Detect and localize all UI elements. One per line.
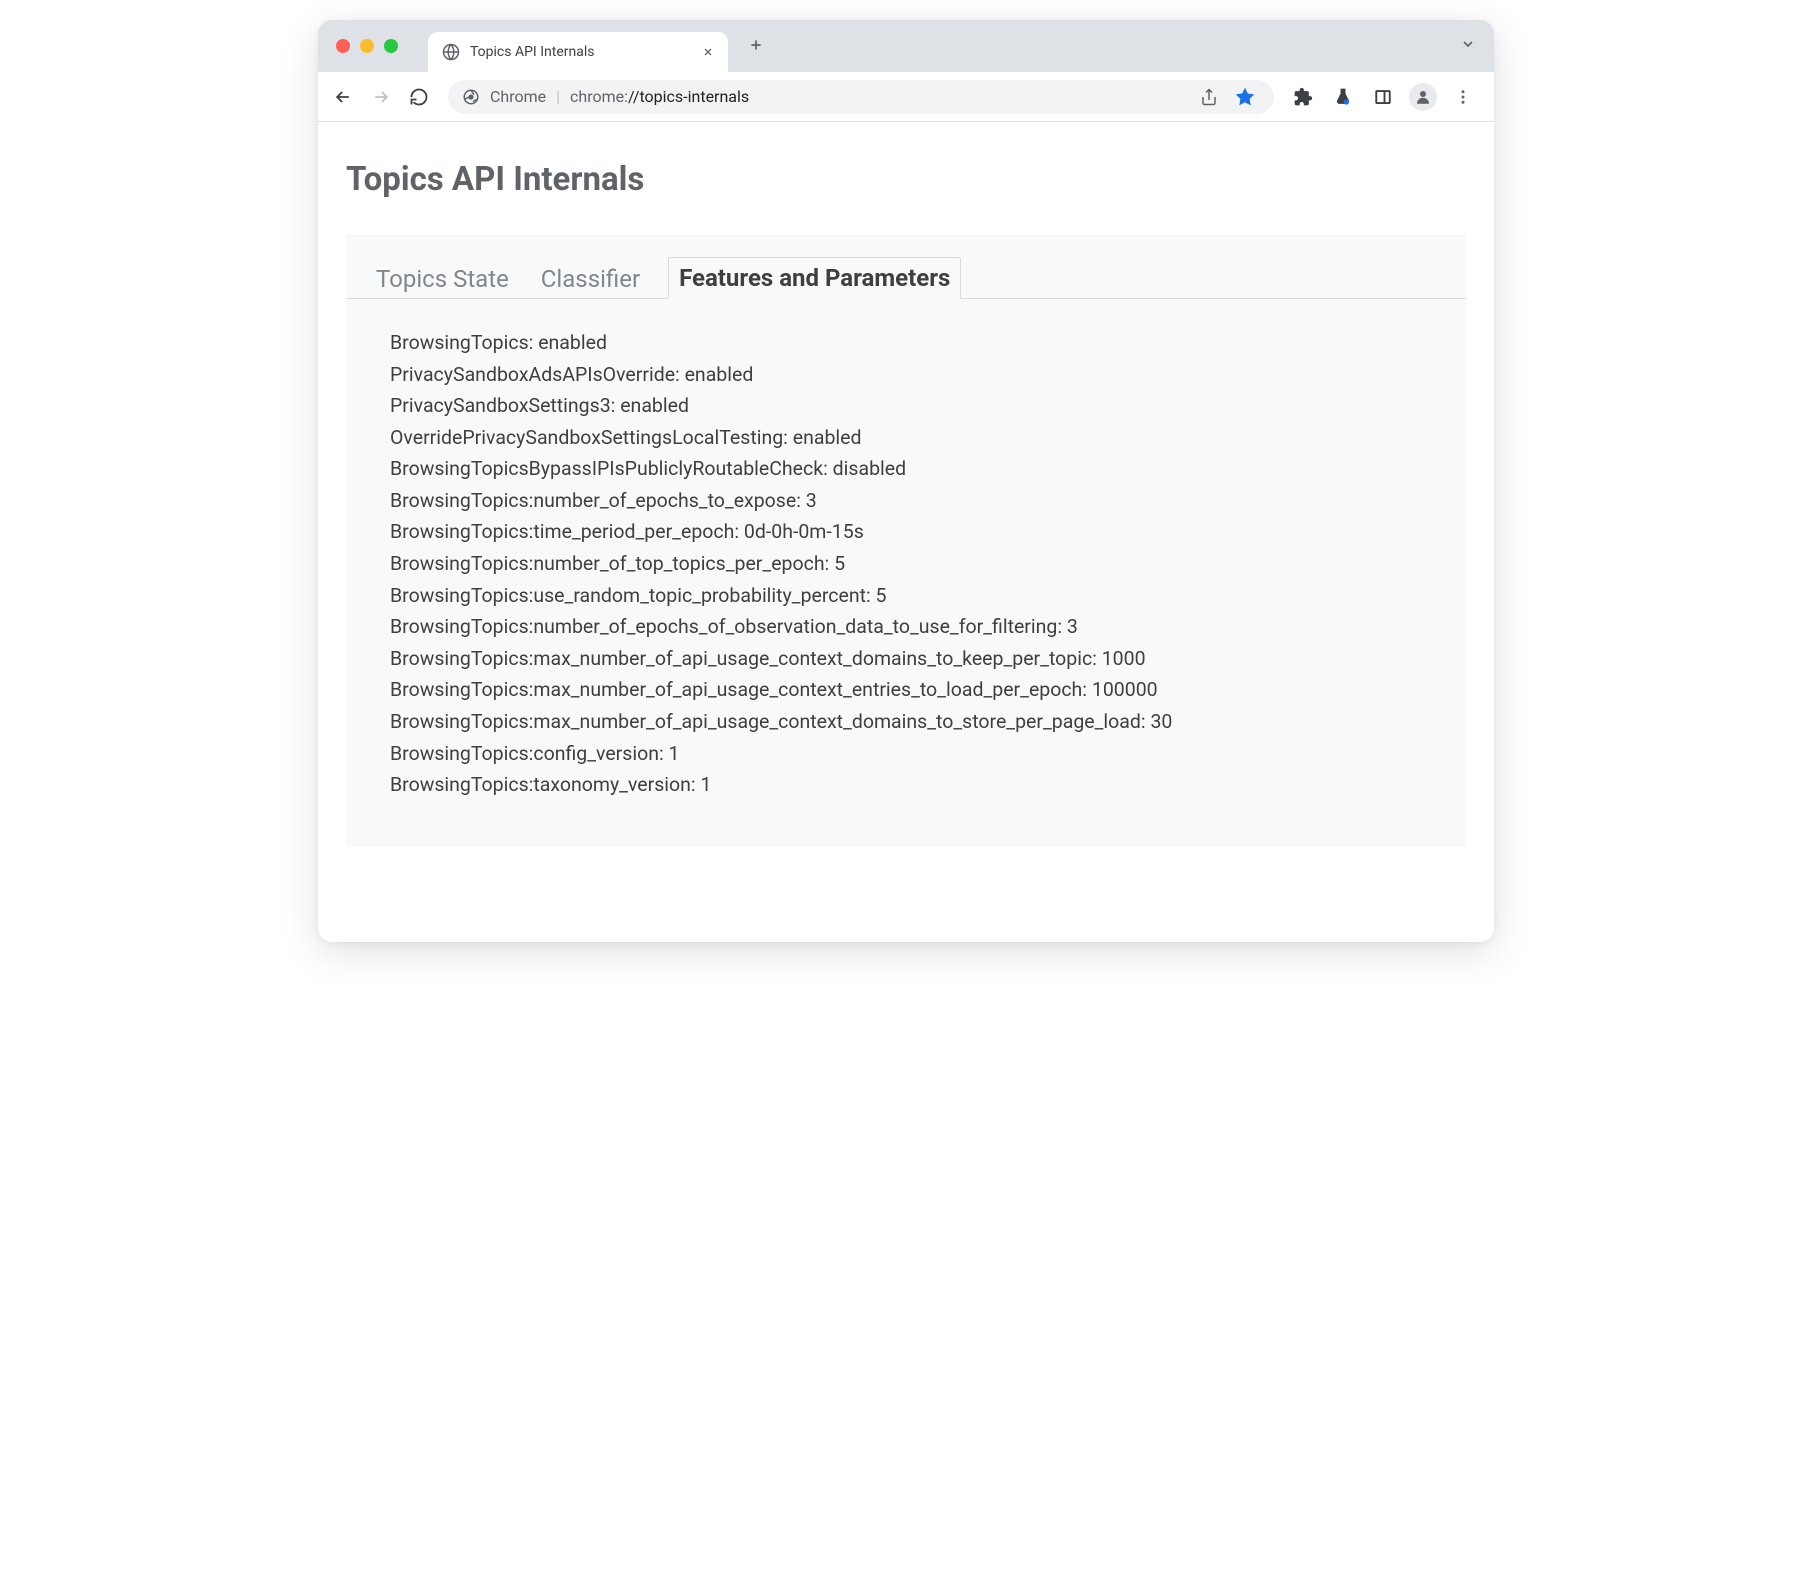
feature-row: PrivacySandboxSettings3: enabled (390, 390, 1422, 422)
feature-row: BrowsingTopics:use_random_topic_probabil… (390, 580, 1422, 612)
profile-button[interactable] (1406, 80, 1440, 114)
tab-topics-state[interactable]: Topics State (372, 259, 513, 299)
feature-row: BrowsingTopics:taxonomy_version: 1 (390, 769, 1422, 801)
feature-row: BrowsingTopicsBypassIPIsPubliclyRoutable… (390, 453, 1422, 485)
share-button[interactable] (1194, 82, 1224, 112)
bookmark-button[interactable] (1230, 82, 1260, 112)
new-tab-button[interactable] (742, 34, 770, 59)
feature-row: BrowsingTopics:max_number_of_api_usage_c… (390, 643, 1422, 675)
feature-row: BrowsingTopics:number_of_epochs_to_expos… (390, 485, 1422, 517)
browser-toolbar: Chrome | chrome://topics-internals (318, 72, 1494, 122)
window-minimize-button[interactable] (360, 39, 374, 53)
feature-row: BrowsingTopics:number_of_top_topics_per_… (390, 548, 1422, 580)
window-close-button[interactable] (336, 39, 350, 53)
content-tabs: Topics State Classifier Features and Par… (346, 236, 1466, 299)
omnibox-url: chrome://topics-internals (570, 87, 749, 106)
back-button[interactable] (326, 80, 360, 114)
browser-tab-bar: Topics API Internals (318, 20, 1494, 72)
omnibox-prefix: Chrome (490, 87, 546, 106)
browser-tab[interactable]: Topics API Internals (428, 32, 728, 72)
feature-row: PrivacySandboxAdsAPIsOverride: enabled (390, 359, 1422, 391)
traffic-lights (330, 39, 408, 53)
page-content: Topics API Internals Topics State Classi… (318, 122, 1494, 942)
extensions-button[interactable] (1286, 80, 1320, 114)
features-list: BrowsingTopics: enabled PrivacySandboxAd… (346, 299, 1466, 847)
tab-title: Topics API Internals (470, 44, 692, 60)
close-tab-button[interactable] (702, 43, 714, 62)
feature-row: BrowsingTopics:number_of_epochs_of_obser… (390, 611, 1422, 643)
content-panel: Topics State Classifier Features and Par… (346, 235, 1466, 847)
globe-icon (442, 43, 460, 61)
side-panel-button[interactable] (1366, 80, 1400, 114)
page-title: Topics API Internals (346, 160, 1466, 199)
address-bar[interactable]: Chrome | chrome://topics-internals (448, 80, 1274, 114)
feature-row: BrowsingTopics:max_number_of_api_usage_c… (390, 674, 1422, 706)
feature-row: OverridePrivacySandboxSettingsLocalTesti… (390, 422, 1422, 454)
feature-row: BrowsingTopics: enabled (390, 327, 1422, 359)
feature-row: BrowsingTopics:time_period_per_epoch: 0d… (390, 516, 1422, 548)
reload-button[interactable] (402, 80, 436, 114)
tab-search-chevron-icon[interactable] (1460, 36, 1476, 56)
omnibox-separator: | (556, 87, 560, 106)
feature-row: BrowsingTopics:max_number_of_api_usage_c… (390, 706, 1422, 738)
chrome-icon (462, 88, 480, 106)
chrome-menu-button[interactable] (1446, 80, 1480, 114)
forward-button[interactable] (364, 80, 398, 114)
browser-window: Topics API Internals Chrome | (318, 20, 1494, 942)
tab-classifier[interactable]: Classifier (537, 259, 644, 299)
window-maximize-button[interactable] (384, 39, 398, 53)
labs-button[interactable] (1326, 80, 1360, 114)
feature-row: BrowsingTopics:config_version: 1 (390, 738, 1422, 770)
tab-features-parameters[interactable]: Features and Parameters (668, 257, 961, 299)
